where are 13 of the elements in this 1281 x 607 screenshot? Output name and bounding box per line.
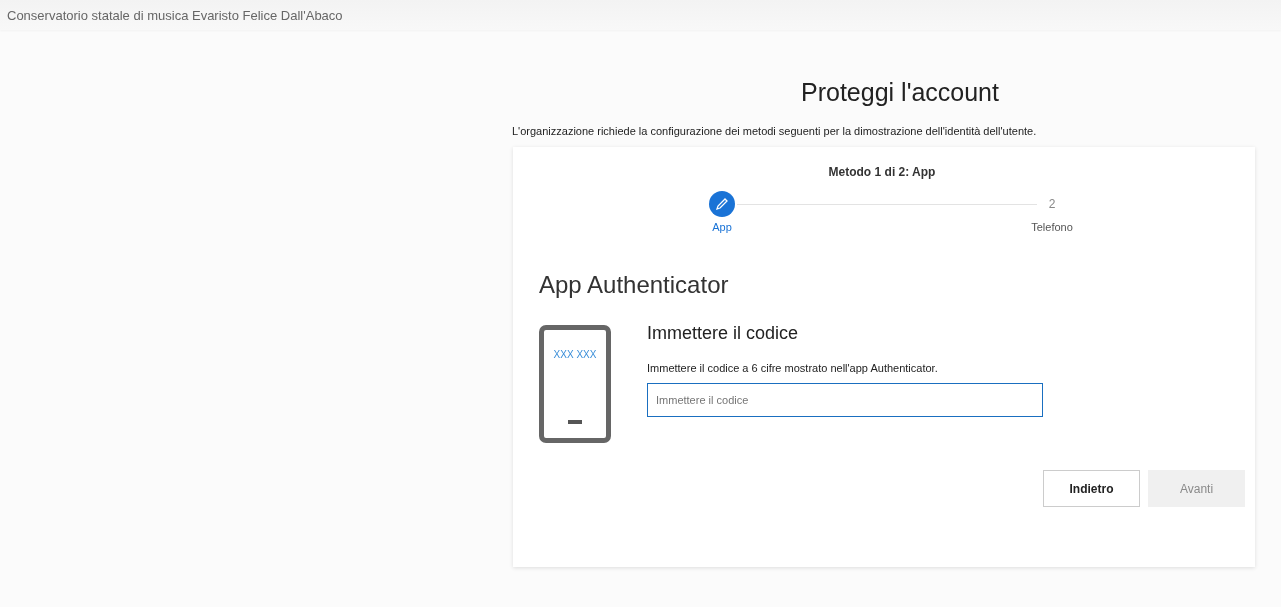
organization-name: Conservatorio statale di musica Evaristo Felice Dall'Abaco: [7, 7, 343, 23]
phone-code: XXX XXX: [553, 349, 597, 360]
code-instruction: Immettere il codice a 6 cifre mostrato nell'app Authenticator.: [647, 362, 939, 374]
method-label: Metodo 1 di 2: App: [828, 165, 936, 179]
page-subtitle: L'organizzazione richiede la configurazione dei metodi seguenti per la dimostrazione dell'identità dell'utente.: [512, 125, 1037, 137]
step-label: Telefono: [1031, 221, 1073, 233]
code-input-field[interactable]: Immettere il codice: [647, 383, 1043, 417]
step-label: App: [712, 221, 732, 233]
section-title: App Authenticator: [539, 271, 730, 299]
code-heading: Immettere il codice: [647, 323, 800, 344]
back-button[interactable]: Indietro: [1043, 470, 1140, 507]
page-title: Proteggi l'account: [801, 78, 999, 107]
step-number: 2: [1048, 196, 1056, 213]
